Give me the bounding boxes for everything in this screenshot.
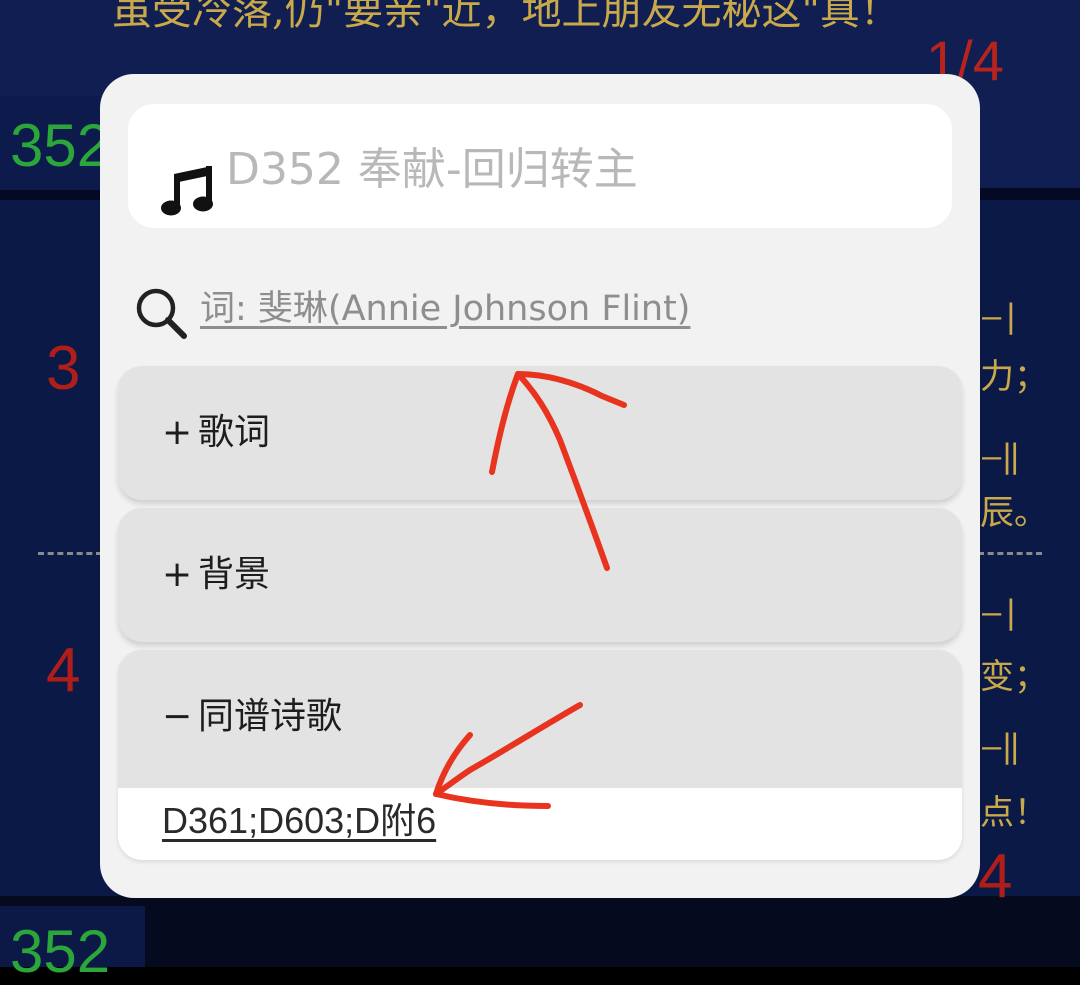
- section-background[interactable]: + 背景: [118, 508, 962, 642]
- expand-icon: +: [162, 554, 193, 595]
- verse-divider: [978, 552, 1042, 555]
- section-label: 背景: [198, 554, 271, 595]
- bar-mark: —|: [982, 593, 1021, 631]
- verse-number: 3: [46, 334, 81, 403]
- collapse-icon: −: [162, 696, 193, 737]
- lyric-fragment: 变；: [980, 657, 1048, 697]
- music-note-icon: [161, 166, 213, 216]
- author-search-link[interactable]: 词: 斐琳(Annie Johnson Flint): [200, 284, 690, 334]
- lyric-fragment: 点！: [980, 793, 1048, 833]
- bar-mark: —‖: [982, 437, 1021, 475]
- bar-mark: —|: [982, 297, 1021, 335]
- search-icon: [136, 288, 187, 339]
- section-lyrics[interactable]: + 歌词: [118, 366, 962, 500]
- section-header[interactable]: − 同谱诗歌: [162, 692, 342, 742]
- same-tune-hymns-link[interactable]: D361;D603;D附6: [162, 796, 436, 846]
- lyric-fragment: 辰。: [980, 493, 1048, 533]
- bar-mark: —‖: [982, 727, 1021, 765]
- page-indicator-partial: 4: [978, 842, 1013, 911]
- hymn-info-popup: D352 奉献-回归转主 词: 斐琳(Annie Johnson Flint) …: [100, 74, 980, 898]
- section-header[interactable]: + 歌词: [162, 408, 270, 458]
- hymn-number-footer: 352: [10, 918, 111, 985]
- hymn-number: 352: [10, 112, 111, 179]
- expand-icon: +: [162, 412, 193, 453]
- section-label: 同谱诗歌: [198, 696, 343, 737]
- verse-number: 4: [46, 636, 81, 705]
- section-same-tune-hymns: − 同谱诗歌 D361;D603;D附6: [118, 650, 962, 860]
- background-footer-band: [0, 896, 1080, 967]
- hymn-title: D352 奉献-回归转主: [226, 144, 638, 195]
- lyric-fragment: 力；: [980, 357, 1048, 397]
- section-label: 歌词: [198, 412, 271, 453]
- background-lyric-line: 虽受冷落,仍"要亲"近，地上朋友无秘这"真！: [112, 0, 900, 34]
- section-header[interactable]: + 背景: [162, 550, 270, 600]
- section-content: D361;D603;D附6: [118, 788, 962, 860]
- verse-divider: [38, 552, 102, 555]
